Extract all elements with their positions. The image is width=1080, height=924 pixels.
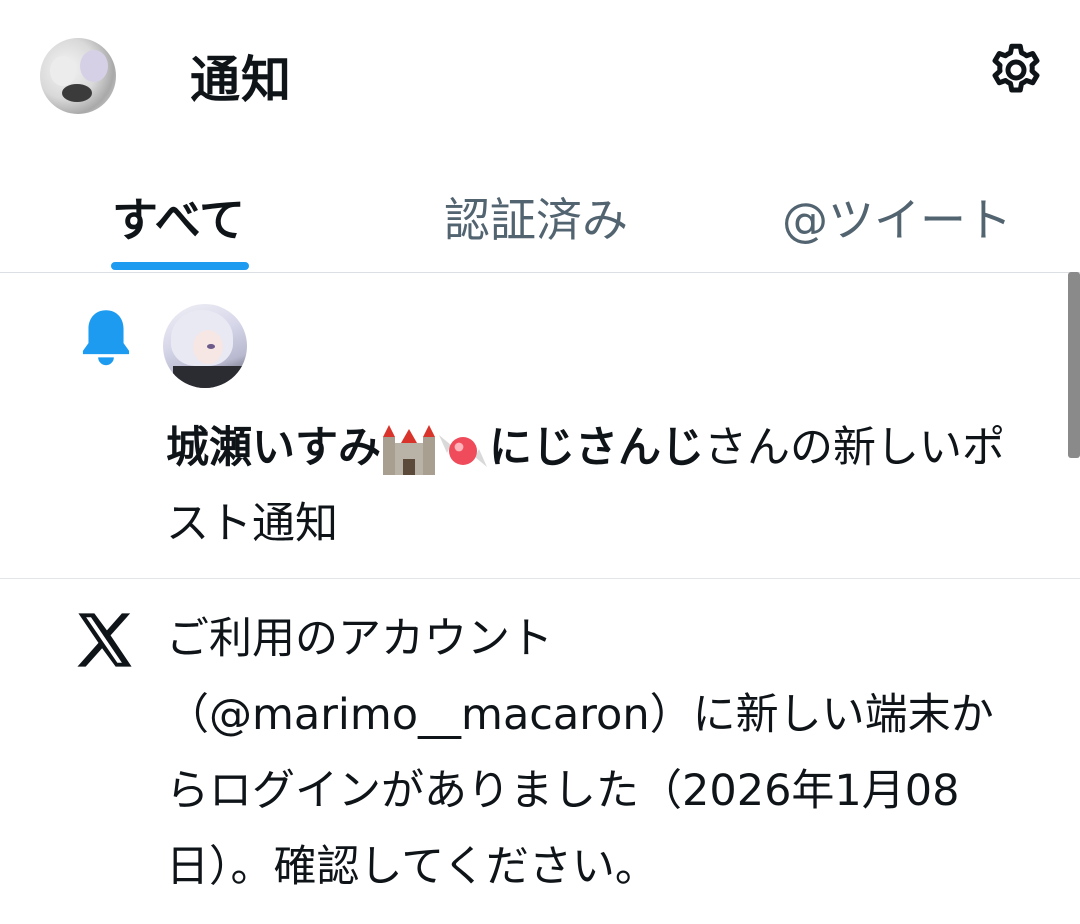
x-logo-icon bbox=[77, 613, 132, 667]
top-app-bar: 通知 bbox=[0, 0, 1080, 150]
notification-tabs: すべて 認証済み @ツイート bbox=[0, 170, 1080, 273]
user-affiliation[interactable]: にじさんじ bbox=[489, 423, 704, 473]
tab-all[interactable]: すべて bbox=[112, 184, 245, 250]
user-avatar[interactable] bbox=[163, 304, 247, 388]
user-display-name[interactable]: 城瀬いすみ bbox=[166, 423, 381, 473]
notification-message: ご利用のアカウント（@marimo__macaron）に新しい端末からログインが… bbox=[166, 614, 994, 892]
castle-emoji-icon bbox=[383, 424, 435, 475]
bell-icon bbox=[82, 310, 130, 366]
notification-item[interactable]: 城瀬いすみ にじさんじさんの新しいポスト通知 bbox=[0, 272, 1080, 579]
notification-item[interactable]: ご利用のアカウント（@marimo__macaron）に新しい端末からログインが… bbox=[0, 579, 1080, 924]
active-tab-indicator bbox=[111, 262, 249, 270]
page-title: 通知 bbox=[190, 51, 292, 109]
tab-mentions[interactable]: @ツイート bbox=[782, 184, 1012, 250]
account-avatar[interactable] bbox=[40, 38, 116, 114]
notification-text: 城瀬いすみ にじさんじさんの新しいポスト通知 bbox=[166, 410, 1026, 562]
tab-verified[interactable]: 認証済み bbox=[444, 184, 628, 250]
settings-gear-icon[interactable] bbox=[986, 40, 1046, 100]
candy-emoji-icon bbox=[439, 434, 487, 467]
